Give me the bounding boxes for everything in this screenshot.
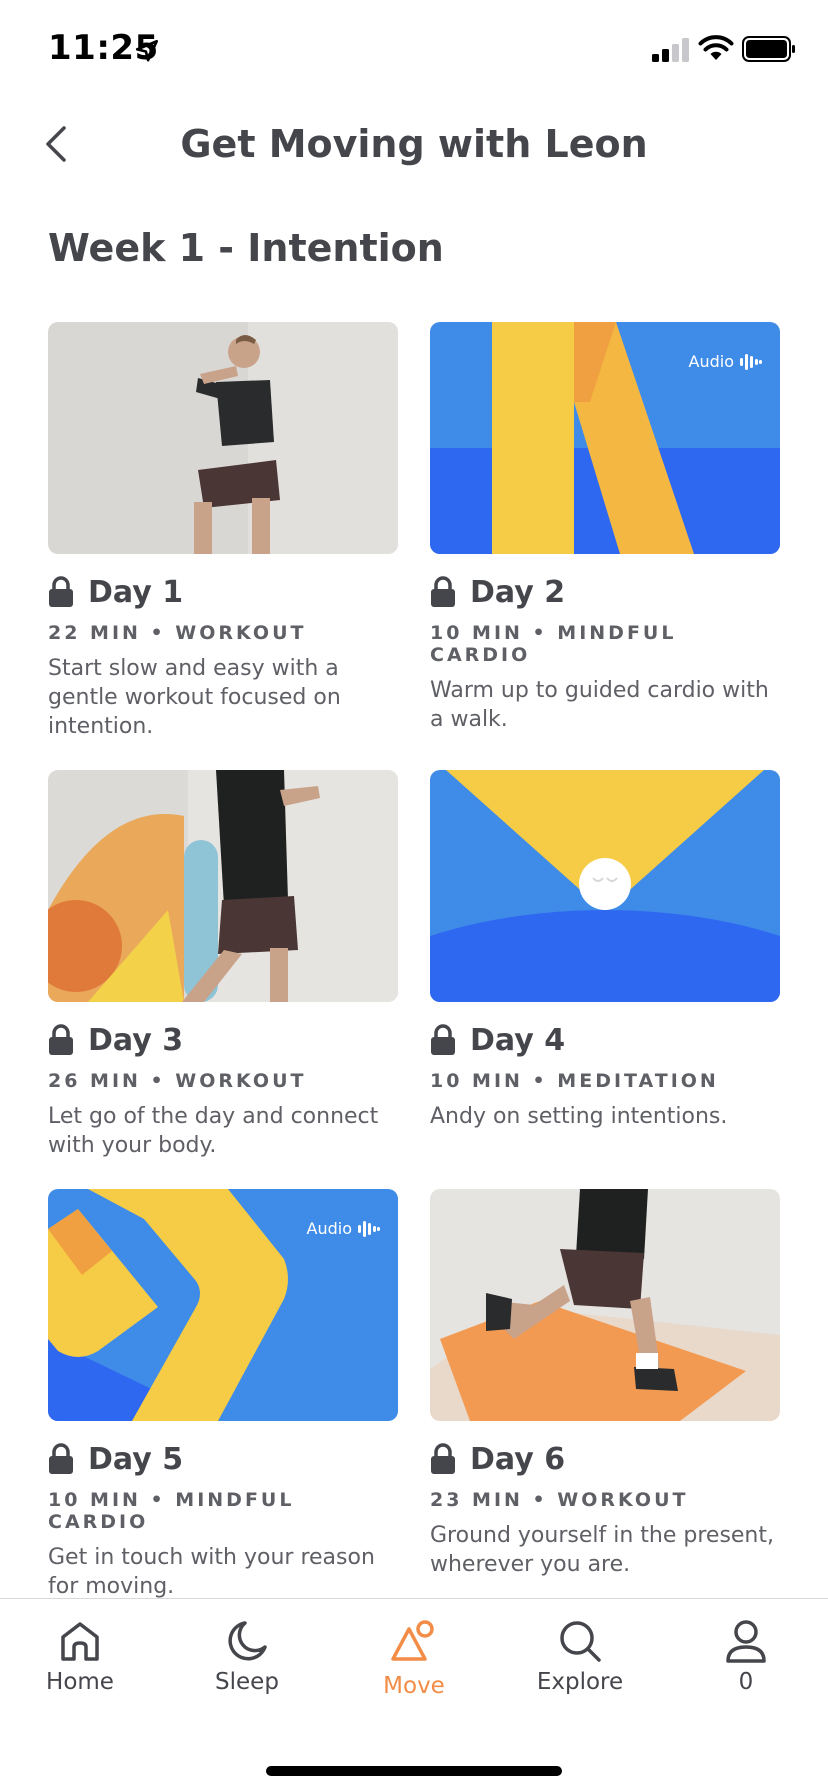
lock-icon	[431, 576, 455, 607]
card-meta: 10 MIN • MINDFUL CARDIO	[430, 622, 677, 666]
audio-label: Audio	[306, 1219, 352, 1238]
session-card-day-4[interactable]: Day 4 10 MIN • MEDITATION Andy on settin…	[430, 770, 780, 1131]
card-meta: 23 MIN • WORKOUT	[430, 1489, 689, 1511]
tab-label: 0	[738, 1669, 754, 1695]
tab-home[interactable]: Home	[20, 1619, 140, 1695]
battery-icon	[742, 36, 795, 62]
card-description: Ground yourself in the present, wherever…	[430, 1523, 774, 1577]
audio-wave-icon	[740, 353, 762, 370]
day-title: Day 3	[88, 1022, 184, 1058]
day-title: Day 1	[88, 574, 184, 610]
card-meta: 10 MIN • MEDITATION	[430, 1070, 719, 1092]
lock-icon	[49, 1024, 73, 1055]
audio-wave-icon	[358, 1220, 380, 1237]
card-meta: 22 MIN • WORKOUT	[48, 622, 307, 644]
lock-icon	[431, 1024, 455, 1055]
tab-bar: Home Sleep Move Explore 0	[0, 1598, 828, 1792]
card-description: Warm up to guided cardio with a walk.	[430, 678, 769, 732]
tab-label: Home	[46, 1669, 114, 1695]
card-meta: 10 MIN • MINDFUL CARDIO	[48, 1489, 295, 1533]
tab-label: Move	[383, 1673, 445, 1699]
location-arrow-icon	[135, 39, 159, 62]
tab-label: Explore	[536, 1669, 624, 1695]
tab-move[interactable]: Move	[354, 1619, 474, 1699]
man-wall-stretch-photo	[48, 770, 398, 1002]
card-description: Start slow and easy with a gentle workou…	[48, 656, 341, 739]
cellular-signal-icon	[652, 38, 689, 62]
session-card-day-5[interactable]: Audio Day 5 10 MIN • MINDFUL CARDIO Get …	[48, 1189, 398, 1601]
session-card-day-3[interactable]: Day 3 26 MIN • WORKOUT Let go of the day…	[48, 770, 398, 1160]
home-icon	[61, 1622, 99, 1661]
day-title: Day 2	[470, 574, 566, 610]
abstract-yellow-chevron: Audio	[48, 1189, 398, 1421]
card-description: Let go of the day and connect with your …	[48, 1104, 379, 1158]
audio-label: Audio	[688, 352, 734, 371]
wifi-icon	[698, 35, 734, 60]
search-icon	[560, 1621, 601, 1662]
moon-icon	[228, 1621, 267, 1661]
audio-tag: Audio	[689, 352, 762, 371]
session-card-day-6[interactable]: Day 6 23 MIN • WORKOUT Ground yourself i…	[430, 1189, 780, 1579]
tab-profile[interactable]: 0	[686, 1619, 806, 1695]
man-wall-sit-photo	[48, 322, 398, 554]
abstract-yellow-blue: Audio	[430, 322, 780, 554]
day-title: Day 6	[470, 1441, 566, 1477]
nav-header: Get Moving with Leon	[0, 100, 828, 190]
card-description: Get in touch with your reason for moving…	[48, 1545, 375, 1599]
tab-explore[interactable]: Explore	[520, 1619, 640, 1695]
lock-icon	[49, 576, 73, 607]
section-heading: Week 1 - Intention	[48, 226, 444, 270]
page-title: Get Moving with Leon	[180, 122, 648, 166]
abstract-headspace-ball	[430, 770, 780, 1002]
tab-sleep[interactable]: Sleep	[187, 1619, 307, 1695]
lock-icon	[49, 1443, 73, 1474]
move-icon	[391, 1620, 434, 1661]
profile-icon	[726, 1620, 766, 1663]
day-title: Day 5	[88, 1441, 184, 1477]
card-description: Andy on setting intentions.	[430, 1104, 728, 1129]
status-bar: 11:25	[0, 0, 828, 100]
tab-label: Sleep	[215, 1669, 279, 1695]
day-title: Day 4	[470, 1022, 566, 1058]
session-card-day-2[interactable]: Audio Day 2 10 MIN • MINDFUL CARDIO Warm…	[430, 322, 780, 734]
man-lunge-mat-photo	[430, 1189, 780, 1421]
lock-icon	[431, 1443, 455, 1474]
audio-tag: Audio	[307, 1219, 380, 1238]
home-indicator	[266, 1766, 562, 1776]
session-card-day-1[interactable]: Day 1 22 MIN • WORKOUT Start slow and ea…	[48, 322, 398, 741]
card-meta: 26 MIN • WORKOUT	[48, 1070, 307, 1092]
